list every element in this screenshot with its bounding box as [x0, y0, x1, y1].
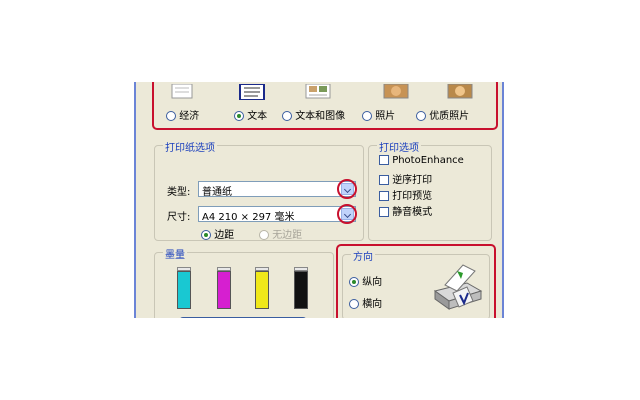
- ink-levels-group: 墨量: [154, 246, 334, 318]
- reverse-order-checkbox[interactable]: [379, 175, 389, 185]
- orientation-section: 方向 纵向 横向: [336, 244, 496, 318]
- text-thumbnail-icon[interactable]: [238, 83, 266, 101]
- print-options-group: 打印选项 PhotoEnhance 逆序打印 打印预览 静音模式: [368, 139, 492, 241]
- quality-economy-option[interactable]: 经济: [166, 107, 199, 122]
- best-photo-thumbnail-icon[interactable]: [446, 83, 474, 100]
- print-preview-checkbox[interactable]: [379, 191, 389, 201]
- borderless-radio: [259, 230, 269, 240]
- orientation-group: 方向 纵向 横向: [342, 248, 490, 318]
- reverse-order-label: 逆序打印: [392, 175, 433, 186]
- paper-type-label: 类型:: [167, 187, 191, 198]
- photoenhance-label: PhotoEnhance: [392, 155, 464, 166]
- quality-economy-radio[interactable]: [166, 111, 176, 121]
- quality-photo-option[interactable]: 照片: [362, 107, 395, 122]
- print-preview-label: 打印预览: [392, 191, 433, 202]
- size-dropdown-highlight: [337, 204, 357, 224]
- print-quality-section: 经济 文本 文本和图像 照片 优质照片: [152, 82, 498, 130]
- margin-label: 边距: [214, 230, 235, 241]
- portrait-option[interactable]: 纵向: [349, 273, 382, 288]
- quality-text-image-option[interactable]: 文本和图像: [282, 107, 345, 122]
- landscape-label: 横向: [362, 299, 383, 310]
- paper-size-select[interactable]: A4 210 × 297 毫米: [198, 206, 356, 223]
- paper-options-legend: 打印纸选项: [163, 139, 217, 154]
- paper-options-group: 打印纸选项 类型: 普通纸 尺寸: A4 210 × 297 毫米 边距 无边距: [154, 139, 364, 241]
- landscape-option[interactable]: 横向: [349, 295, 382, 310]
- print-preview-option[interactable]: 打印预览: [379, 187, 432, 202]
- printer-portrait-icon: [427, 261, 487, 313]
- quality-photo-radio[interactable]: [362, 111, 372, 121]
- photo-thumbnail-icon[interactable]: [382, 83, 410, 100]
- quality-best-photo-radio[interactable]: [416, 111, 426, 121]
- reverse-order-option[interactable]: 逆序打印: [379, 171, 432, 186]
- borderless-option: 无边距: [259, 226, 302, 241]
- quiet-mode-checkbox[interactable]: [379, 207, 389, 217]
- landscape-radio[interactable]: [349, 299, 359, 309]
- print-settings-dialog: 经济 文本 文本和图像 照片 优质照片 打印纸选项 类型: 普通纸 尺寸: A4: [134, 82, 504, 318]
- photoenhance-checkbox[interactable]: [379, 155, 389, 165]
- ink-status-bar: [179, 317, 307, 318]
- ink-cartridge-black: [294, 267, 308, 309]
- quality-text-option[interactable]: 文本: [234, 107, 267, 122]
- quality-photo-label: 照片: [375, 111, 396, 122]
- quiet-mode-option[interactable]: 静音模式: [379, 203, 432, 218]
- ink-cartridge-cyan: [177, 267, 191, 309]
- portrait-radio[interactable]: [349, 277, 359, 287]
- quality-text-image-label: 文本和图像: [295, 111, 346, 122]
- ink-cartridge-magenta: [217, 267, 231, 309]
- quality-text-radio[interactable]: [234, 111, 244, 121]
- type-dropdown-highlight: [337, 179, 357, 199]
- quiet-mode-label: 静音模式: [392, 207, 433, 218]
- quality-best-photo-label: 优质照片: [429, 111, 470, 122]
- portrait-label: 纵向: [362, 277, 383, 288]
- print-options-legend: 打印选项: [377, 139, 421, 154]
- ink-cartridge-yellow: [255, 267, 269, 309]
- photoenhance-option[interactable]: PhotoEnhance: [379, 155, 464, 166]
- paper-type-select[interactable]: 普通纸: [198, 181, 356, 198]
- ink-levels-legend: 墨量: [163, 246, 187, 261]
- margin-radio[interactable]: [201, 230, 211, 240]
- quality-economy-label: 经济: [179, 111, 200, 122]
- quality-text-image-radio[interactable]: [282, 111, 292, 121]
- quality-text-label: 文本: [247, 111, 268, 122]
- text-image-thumbnail-icon[interactable]: [304, 83, 332, 100]
- paper-size-value: A4 210 × 297 毫米: [202, 212, 295, 223]
- borderless-label: 无边距: [272, 230, 303, 241]
- paper-type-value: 普通纸: [202, 187, 232, 198]
- paper-size-label: 尺寸:: [167, 212, 191, 223]
- margin-option[interactable]: 边距: [201, 226, 234, 241]
- economy-thumbnail-icon[interactable]: [168, 83, 196, 100]
- orientation-legend: 方向: [351, 248, 375, 263]
- quality-best-photo-option[interactable]: 优质照片: [416, 107, 469, 122]
